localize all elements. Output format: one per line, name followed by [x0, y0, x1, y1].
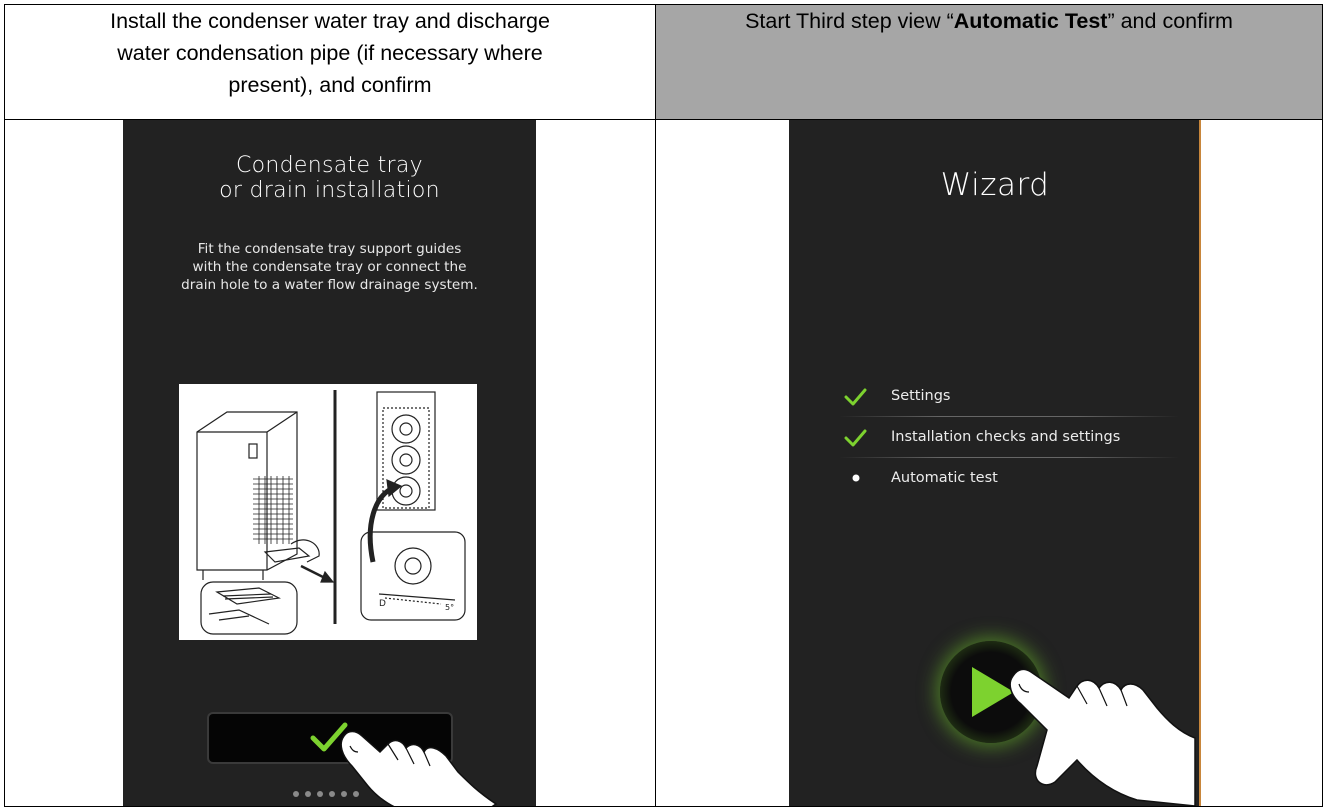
confirm-button[interactable] [209, 714, 451, 762]
page-dot [353, 791, 359, 797]
wizard-step-automatic-test[interactable]: Automatic test [839, 458, 1179, 498]
wizard-step-label: Automatic test [891, 470, 998, 486]
page-indicator [293, 782, 365, 801]
page-dot [305, 791, 311, 797]
screen-title: Condensate tray or drain installation [123, 153, 536, 203]
left-header-line-2: water condensation pipe (if necessary wh… [117, 41, 543, 65]
illustration-drawing: D 5° [196, 390, 466, 635]
instruction-table: Install the condenser water tray and dis… [4, 4, 1323, 807]
checkmark-icon [844, 388, 867, 406]
left-image-cell: Condensate tray or drain installation Fi… [4, 119, 656, 807]
start-test-button[interactable] [940, 641, 1042, 743]
installation-illustration: D 5° [179, 384, 477, 640]
wizard-step-label: Installation checks and settings [891, 429, 1121, 445]
wizard-title: Wizard [940, 167, 1050, 203]
right-header-text-after: ” and confirm [1107, 9, 1233, 33]
wizard-step-installation-checks[interactable]: Installation checks and settings [839, 417, 1179, 457]
left-header-cell: Install the condenser water tray and dis… [4, 4, 656, 120]
page-dot [341, 791, 347, 797]
wizard-screen: Wizard Settings Installation checks and … [789, 120, 1201, 806]
screen-description-line-3: drain hole to a water flow drainage syst… [181, 277, 478, 293]
screen-description-line-1: Fit the condensate tray support guides [197, 241, 462, 257]
wizard-step-settings[interactable]: Settings [839, 376, 1179, 416]
wizard-steps-list: Settings Installation checks and setting… [839, 376, 1179, 498]
page-dot [317, 791, 323, 797]
checkmark-icon [310, 722, 348, 752]
bullet-icon [852, 474, 860, 482]
left-header-line-3: present), and confirm [228, 73, 432, 97]
screen-description: Fit the condensate tray support guides w… [123, 240, 536, 294]
play-icon [972, 667, 1014, 717]
right-header-text-before: Start Third step view “ [745, 9, 954, 33]
page-dot [329, 791, 335, 797]
right-header-bold-text: Automatic Test [953, 9, 1108, 33]
condensate-tray-screen: Condensate tray or drain installation Fi… [123, 120, 536, 806]
left-header-line-1: Install the condenser water tray and dis… [110, 9, 550, 33]
screen-title-line-2: or drain installation [219, 178, 440, 203]
right-image-cell: Wizard Settings Installation checks and … [655, 119, 1323, 807]
screen-description-line-2: with the condensate tray or connect the [192, 259, 467, 275]
checkmark-icon [844, 429, 867, 447]
page-dot [293, 791, 299, 797]
right-header-cell: Start Third step view “Automatic Test” a… [655, 4, 1323, 120]
illustration-label-d: D [379, 599, 386, 609]
wizard-step-label: Settings [891, 388, 951, 404]
screen-title-line-1: Condensate tray [236, 153, 423, 178]
illustration-label-angle: 5° [445, 603, 454, 612]
